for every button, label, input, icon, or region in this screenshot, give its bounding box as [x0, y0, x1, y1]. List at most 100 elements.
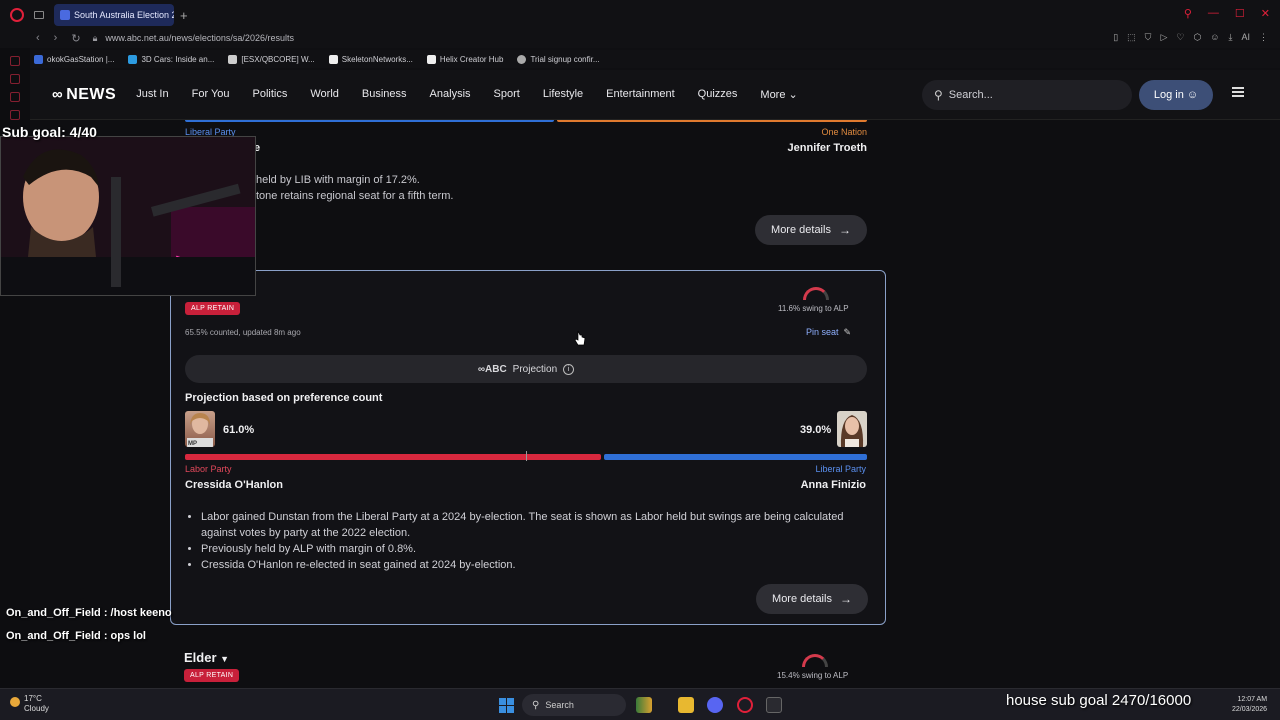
- abc-news-logo[interactable]: ∞ NEWS: [52, 86, 116, 104]
- terminal-icon[interactable]: [766, 697, 782, 713]
- sidebar-app-icon[interactable]: [10, 56, 20, 66]
- address-bar: ‹ › ↻ 🔒︎ www.abc.net.au/news/elections/s…: [0, 28, 1280, 48]
- search-tabs-icon[interactable]: ⚲: [1184, 7, 1192, 20]
- nav-just-in[interactable]: Just In: [136, 88, 168, 101]
- status-badge: ALP RETAIN: [185, 302, 241, 315]
- ai-button[interactable]: AI: [1241, 32, 1250, 43]
- site-header: ∞ NEWS Just In For You Politics World Bu…: [30, 70, 1280, 120]
- party-label-right: Liberal Party: [815, 464, 866, 474]
- nav-quizzes[interactable]: Quizzes: [698, 88, 738, 101]
- new-tab-icon[interactable]: +: [180, 8, 188, 23]
- extensions-icon[interactable]: ⬡: [1193, 32, 1201, 43]
- search-icon: ⚲: [532, 699, 540, 711]
- minimize-icon[interactable]: —: [1208, 7, 1219, 20]
- chat-message: On_and_Off_Field : /host keeno: [6, 607, 172, 619]
- login-button[interactable]: Log in ☺: [1139, 80, 1213, 110]
- window-controls: ⚲ — ☐ ✕: [1184, 7, 1270, 20]
- system-clock[interactable]: 12:07 AM 22/03/2026: [1232, 695, 1267, 715]
- weather-icon: [10, 697, 20, 707]
- shield-icon[interactable]: ⛉: [1145, 32, 1152, 43]
- reload-icon[interactable]: ↻: [71, 32, 80, 45]
- bullet-item: held by LIB with margin of 17.2%.: [256, 174, 420, 186]
- tab-title: South Australia Election 20: [74, 10, 174, 20]
- chat-message: On_and_Off_Field : ops lol: [6, 630, 146, 642]
- weather-widget[interactable]: 17°C Cloudy: [10, 694, 49, 714]
- info-icon[interactable]: i: [563, 363, 575, 375]
- caret-down-icon: ▼: [220, 654, 230, 664]
- maximize-icon[interactable]: ☐: [1235, 7, 1245, 20]
- discord-icon[interactable]: [707, 697, 723, 713]
- close-icon[interactable]: ✕: [1261, 7, 1270, 20]
- forward-icon[interactable]: ›: [54, 32, 58, 45]
- seat-name-dropdown[interactable]: Elder ▼: [184, 650, 229, 665]
- profile-icon[interactable]: ☺: [1210, 32, 1219, 43]
- nav-sport[interactable]: Sport: [494, 88, 520, 101]
- tab-menu-icon[interactable]: [34, 11, 44, 19]
- nav-politics[interactable]: Politics: [253, 88, 288, 101]
- party-label-left: Labor Party: [185, 464, 232, 474]
- download-icon[interactable]: ⤓: [1229, 32, 1233, 43]
- seat-card: Liberal Party One Nation e Jennifer Troe…: [170, 120, 886, 250]
- tab-sa-election[interactable]: South Australia Election 20: [54, 4, 174, 26]
- snapshot-icon[interactable]: ⬚: [1127, 32, 1136, 43]
- status-badge: ALP RETAIN: [184, 669, 240, 682]
- heart-icon[interactable]: ♡: [1176, 32, 1184, 43]
- vote-share-left: 61.0%: [223, 424, 255, 436]
- url-field[interactable]: www.abc.net.au/news/elections/sa/2026/re…: [105, 33, 294, 43]
- bookmark-item[interactable]: Helix Creator Hub: [426, 54, 503, 64]
- taskbar-search[interactable]: ⚲ Search: [522, 694, 626, 716]
- menu-dots-icon[interactable]: ⋮: [1259, 32, 1268, 43]
- more-details-button[interactable]: More details →: [755, 215, 867, 245]
- nav-lifestyle[interactable]: Lifestyle: [543, 88, 583, 101]
- party-label-right: One Nation: [821, 127, 867, 137]
- arrow-right-icon: →: [838, 223, 851, 237]
- bookmark-item[interactable]: SkeletonNetworks...: [328, 54, 413, 64]
- nav-more[interactable]: More ⌄: [760, 88, 797, 101]
- bookmark-icon[interactable]: ▯: [1113, 32, 1118, 43]
- nav-business[interactable]: Business: [362, 88, 407, 101]
- projection-title: Projection based on preference count: [185, 392, 383, 404]
- opera-logo-icon[interactable]: [10, 8, 24, 22]
- nav-for-you[interactable]: For You: [192, 88, 230, 101]
- seat-card-elder: Elder ▼ ALP RETAIN 15.4% swing to ALP: [170, 640, 886, 688]
- nav-entertainment[interactable]: Entertainment: [606, 88, 674, 101]
- site-search-input[interactable]: ⚲ Search...: [922, 80, 1132, 110]
- webcam-overlay: [0, 136, 256, 296]
- extension-icons: ▯ ⬚ ⛉ ▷ ♡ ⬡ ☺ ⤓ AI ⋮: [1113, 32, 1268, 43]
- back-icon[interactable]: ‹: [36, 32, 40, 45]
- more-details-button[interactable]: More details →: [756, 584, 868, 614]
- candidate-photo-right: [837, 411, 867, 447]
- swing-gauge-icon: [803, 287, 829, 300]
- mouse-cursor-icon: [574, 330, 586, 346]
- windows-start-icon[interactable]: [499, 698, 514, 713]
- bookmark-item[interactable]: [ESX/QBCORE] W...: [228, 54, 315, 64]
- swing-text: 11.6% swing to ALP: [778, 304, 849, 313]
- play-icon[interactable]: ▷: [1160, 32, 1167, 43]
- lib-bar: [185, 120, 554, 122]
- candidate-left: Cressida O'Hanlon: [185, 479, 283, 491]
- hamburger-menu-icon[interactable]: [1232, 87, 1244, 97]
- bookmark-item[interactable]: Trial signup confir...: [517, 54, 600, 64]
- sidebar-app-icon[interactable]: [10, 110, 20, 120]
- swing-text: 15.4% swing to ALP: [777, 671, 849, 680]
- main-nav: Just In For You Politics World Business …: [136, 88, 798, 101]
- opera-browser-icon[interactable]: [737, 697, 753, 713]
- user-icon: ☺: [1186, 89, 1199, 101]
- file-explorer-icon[interactable]: [678, 697, 694, 713]
- bookmark-item[interactable]: 3D Cars: Inside an...: [128, 54, 214, 64]
- widgets-icon[interactable]: [636, 697, 652, 713]
- bookmark-item[interactable]: okokGasStation |...: [34, 54, 114, 64]
- sidebar-app-icon[interactable]: [10, 74, 20, 84]
- seat-card-dunstan: ALP RETAIN 65.5% counted, updated 8m ago…: [170, 270, 886, 625]
- arrow-right-icon: →: [839, 592, 852, 606]
- bookmarks-bar: okokGasStation |... 3D Cars: Inside an..…: [0, 50, 1280, 68]
- projection-toggle[interactable]: ∞ABC Projection i: [185, 355, 867, 383]
- nav-world[interactable]: World: [310, 88, 339, 101]
- sub-goal-overlay: Sub goal: 4/40: [2, 124, 97, 140]
- pin-seat-button[interactable]: Pin seat ✎: [806, 327, 851, 338]
- nav-analysis[interactable]: Analysis: [430, 88, 471, 101]
- sidebar-app-icon[interactable]: [10, 92, 20, 102]
- candidate-photo-left: MP: [185, 411, 215, 447]
- count-status: 65.5% counted, updated 8m ago: [185, 328, 301, 337]
- lock-icon[interactable]: 🔒︎: [93, 33, 98, 44]
